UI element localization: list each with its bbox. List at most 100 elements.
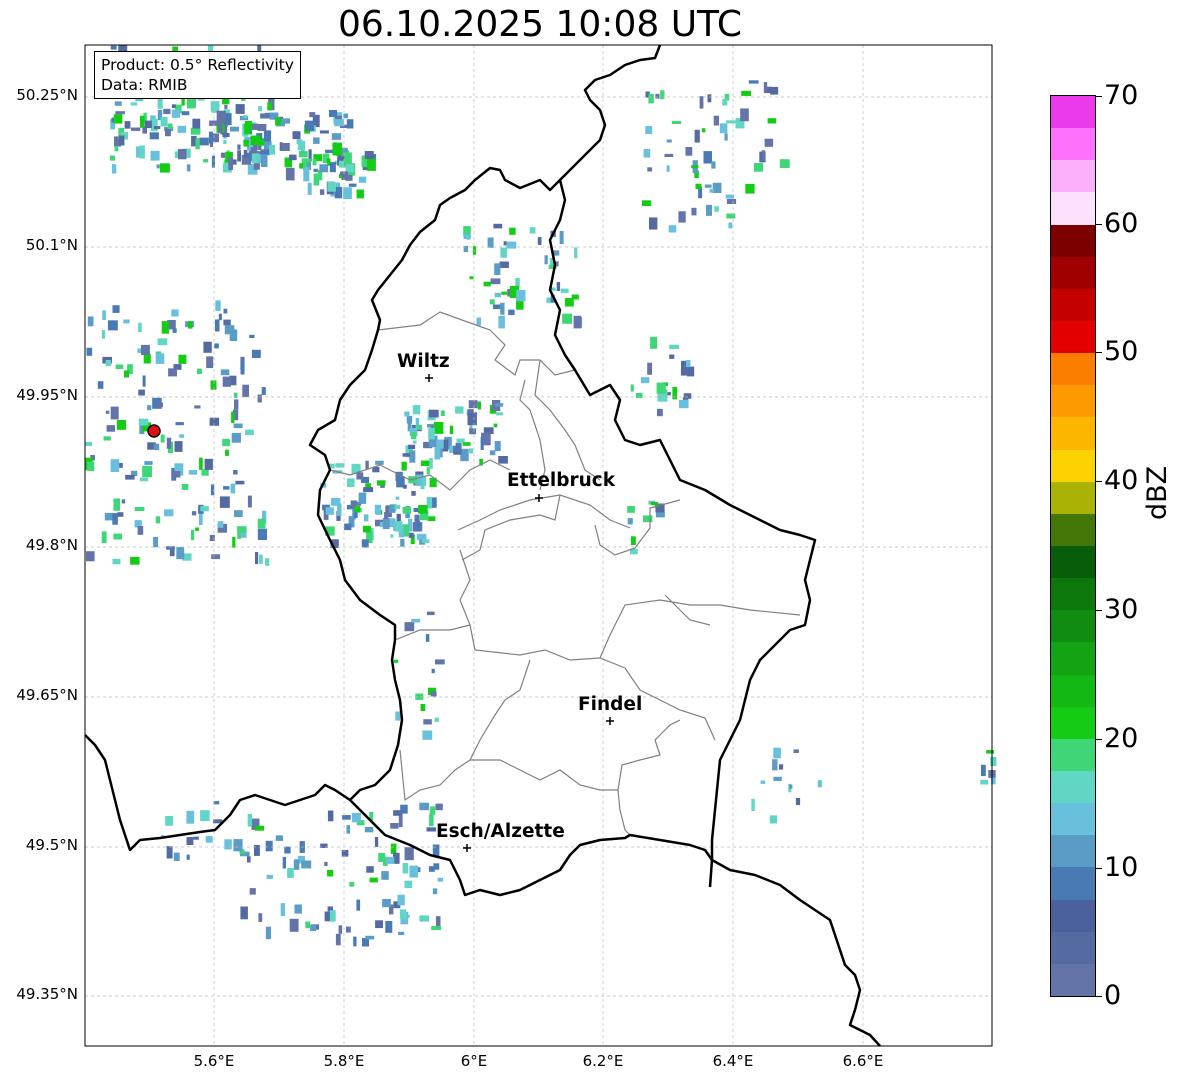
echo-pixel: [422, 539, 430, 543]
echo-pixel: [112, 513, 118, 525]
echo-pixel: [237, 150, 241, 162]
echo-pixel: [649, 217, 658, 230]
product-label: Product: 0.5° Reflectivity: [101, 56, 294, 74]
city-label-esch-alzette: Esch/Alzette: [436, 821, 565, 842]
echo-pixel: [208, 131, 213, 144]
echo-pixel: [426, 611, 435, 616]
echo-pixel: [247, 814, 253, 827]
echo-pixel: [140, 115, 145, 128]
echo-pixel: [562, 313, 573, 324]
echo-pixel: [398, 815, 403, 828]
echo-pixel: [332, 142, 342, 156]
colorbar-segment: [1051, 128, 1095, 161]
echo-pixel: [493, 304, 501, 310]
echo-pixel: [363, 525, 371, 533]
echo-pixel: [230, 483, 236, 494]
echo-pixel: [760, 780, 766, 784]
echo-pixel: [105, 410, 110, 414]
colorbar-segment: [1051, 513, 1095, 547]
echo-pixel: [655, 511, 665, 518]
echo-pixel: [144, 461, 153, 465]
echo-pixel: [222, 438, 230, 447]
echo-pixel: [247, 495, 252, 508]
echo-pixel: [203, 341, 212, 353]
echo-pixel: [324, 861, 328, 866]
colorbar-segment: [1051, 803, 1095, 836]
echo-pixel: [719, 123, 728, 134]
echo-pixel: [327, 869, 334, 877]
echo-pixel: [115, 111, 125, 115]
echo-pixel: [334, 119, 344, 127]
echo-pixel: [215, 300, 221, 311]
echo-pixel: [761, 150, 765, 160]
echo-pixel: [559, 231, 564, 244]
echo-pixel: [433, 863, 440, 870]
echo-pixel: [223, 319, 231, 326]
lat-tick: 50.25°N: [16, 86, 78, 104]
echo-pixel: [650, 336, 658, 349]
echo-pixel: [167, 123, 173, 129]
echo-pixel: [114, 145, 119, 152]
echo-pixel: [431, 668, 435, 674]
echo-pixel: [440, 410, 445, 416]
echo-pixel: [232, 159, 237, 165]
echo-pixel: [430, 691, 437, 697]
echo-pixel: [770, 86, 779, 95]
lon-tick: 6°E: [460, 1052, 488, 1070]
echo-pixel: [101, 330, 105, 339]
echo-pixel: [711, 161, 716, 169]
echo-pixel: [230, 126, 239, 132]
radar-map[interactable]: [0, 0, 1184, 1081]
echo-pixel: [669, 344, 680, 349]
echo-pixel: [414, 514, 420, 522]
echo-pixel: [263, 130, 272, 142]
echo-pixel: [346, 926, 351, 933]
echo-pixel: [382, 899, 391, 908]
echo-pixel: [414, 520, 421, 532]
echo-pixel: [224, 839, 232, 850]
echo-pixel: [544, 255, 548, 265]
echo-pixel: [657, 408, 663, 417]
echo-pixel: [369, 877, 378, 883]
echo-pixel: [420, 704, 426, 711]
colorbar-segment: [1051, 835, 1095, 868]
echo-pixel: [85, 441, 92, 446]
echo-pixel: [365, 483, 372, 488]
echo-pixel: [112, 305, 120, 313]
echo-pixel: [237, 526, 247, 533]
echo-pixel: [211, 155, 215, 168]
echo-pixel: [419, 915, 430, 922]
echo-pixel: [206, 356, 214, 369]
echo-pixel: [412, 405, 421, 415]
echo-pixel: [726, 120, 736, 124]
colorbar-tick: 40: [1104, 465, 1139, 496]
echo-pixel: [224, 325, 235, 335]
echo-pixel: [416, 533, 427, 540]
echo-pixel: [377, 480, 386, 486]
colorbar: [1050, 95, 1096, 997]
colorbar-segment: [1051, 867, 1095, 900]
echo-pixel: [573, 315, 582, 329]
colorbar-segment: [1051, 674, 1095, 707]
echo-pixel: [476, 317, 482, 326]
echo-pixel: [425, 634, 430, 642]
echo-pixel: [683, 393, 692, 399]
echo-pixel: [678, 399, 689, 409]
echo-pixel: [494, 441, 501, 452]
echo-pixel: [411, 491, 416, 496]
echo-pixel: [240, 906, 248, 920]
echo-pixel: [166, 437, 172, 449]
colorbar-segment: [1051, 899, 1095, 932]
city-label-ettelbruck: Ettelbruck: [507, 470, 616, 491]
echo-pixel: [110, 459, 120, 472]
echo-pixel: [353, 936, 357, 947]
echo-pixel: [218, 313, 222, 321]
echo-pixel: [130, 102, 138, 106]
echo-pixel: [142, 465, 153, 478]
echo-pixel: [408, 444, 416, 450]
colorbar-segment: [1051, 706, 1095, 739]
echo-pixel: [166, 846, 173, 859]
echo-pixel: [655, 93, 660, 99]
colorbar-tick: 30: [1104, 594, 1139, 625]
echo-pixel: [171, 104, 176, 108]
